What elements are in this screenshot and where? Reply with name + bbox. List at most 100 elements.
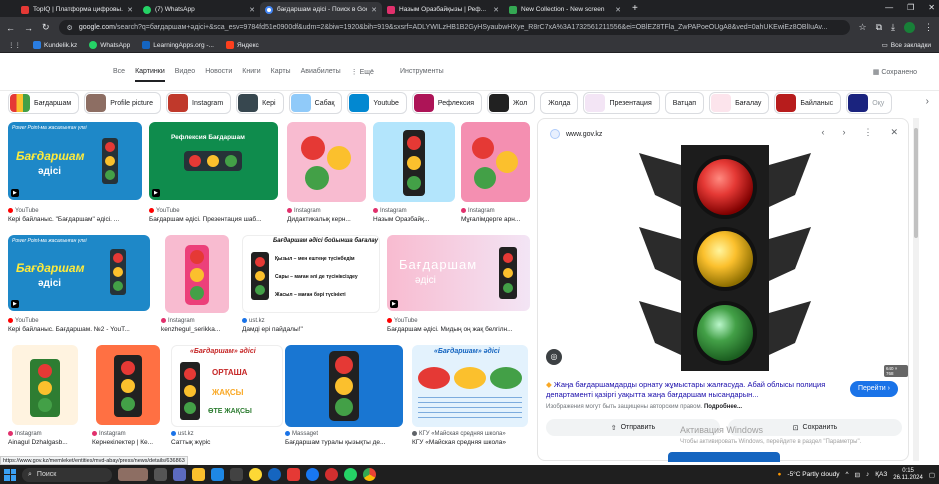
bookmark-whatsapp[interactable]: WhatsApp xyxy=(89,41,130,49)
result-card[interactable]: Instagram Мұғалімдерге арн... xyxy=(461,122,530,227)
scrollbar-thumb[interactable] xyxy=(914,128,918,238)
tab-google-search[interactable]: бағдаршам әдісі - Поиск в Goo... ✕ xyxy=(260,2,382,17)
result-caption[interactable]: Дамді ері пайдалы!" xyxy=(242,326,380,333)
chip-bailanys[interactable]: Байланыс xyxy=(774,92,842,114)
youtube-icon[interactable] xyxy=(287,468,300,481)
close-tab-icon[interactable]: ✕ xyxy=(615,6,621,14)
result-card[interactable]: «Бағдаршам» әдісі КГУ «Майская средняя ш… xyxy=(412,345,530,449)
chevron-right-icon[interactable]: › xyxy=(926,96,929,107)
chip-zholda[interactable]: Жолда xyxy=(540,92,579,114)
chip-bagalau[interactable]: Бағалау xyxy=(709,92,770,114)
previous-icon[interactable]: ‹ xyxy=(821,127,824,138)
result-caption[interactable]: Бағдаршам әдісі. Мидың оң жақ белгілн... xyxy=(387,326,530,333)
windows-start-icon[interactable] xyxy=(4,468,16,481)
chip-bagdarsham[interactable]: Бағдаршам xyxy=(8,92,80,114)
whatsapp-icon[interactable] xyxy=(344,468,357,481)
meet-icon[interactable] xyxy=(173,468,186,481)
page-scrollbar[interactable] xyxy=(913,118,919,461)
volume-icon[interactable]: ♪ xyxy=(866,471,869,478)
lens-icon[interactable]: ◎ xyxy=(546,349,562,365)
chip-keri[interactable]: Кері xyxy=(236,92,284,114)
weather-label[interactable]: -5°C Partly cloudy xyxy=(787,471,839,478)
chip-youtube[interactable]: Youtube xyxy=(347,92,407,114)
taskbar-thumbnail[interactable] xyxy=(118,468,148,481)
result-caption[interactable]: Кері байланыс. Бағдаршам. №2 - YouT... xyxy=(8,326,150,333)
menu-icon[interactable]: ⋮ xyxy=(924,22,933,33)
more-link[interactable]: Подробнее... xyxy=(704,404,742,410)
chip-refleksiya[interactable]: Рефлексия xyxy=(411,92,483,114)
result-caption[interactable]: КГУ «Майская средняя школа» xyxy=(412,439,530,446)
tab-new-collection[interactable]: New Collection - New screen ✕ xyxy=(504,2,626,17)
tab-tools[interactable]: Инструменты xyxy=(400,68,444,82)
file-explorer-icon[interactable] xyxy=(192,468,205,481)
chip-sabak[interactable]: Сабақ xyxy=(288,92,343,114)
result-caption[interactable]: Бағдаршам әдісі. Презентация шаб... xyxy=(149,216,278,223)
panel-title[interactable]: ◆ Жаңа бағдаршамдарды орнату жұмыстары ж… xyxy=(546,380,846,400)
tab-images[interactable]: Картинки xyxy=(135,68,165,82)
result-card[interactable]: Instagram Назым Оразбайқ... xyxy=(373,122,455,227)
forward-icon[interactable]: → xyxy=(24,23,33,33)
steam-icon[interactable] xyxy=(268,468,281,481)
chrome-icon[interactable] xyxy=(363,468,376,481)
new-tab-button[interactable]: + xyxy=(626,2,644,17)
visit-button[interactable]: Перейти › xyxy=(849,381,898,397)
result-card[interactable]: Instagram Дидактикалық керн... xyxy=(287,122,366,227)
result-caption[interactable]: Кері байланыс. "Бағдаршам" әдісі. ... xyxy=(8,216,142,223)
close-tab-icon[interactable]: ✕ xyxy=(127,6,133,14)
result-caption[interactable]: Ainagul Dzhalgasb... xyxy=(8,439,86,446)
result-caption[interactable]: Назым Оразбайқ... xyxy=(373,216,455,223)
chip-profile-picture[interactable]: Profile picture xyxy=(84,92,162,114)
tab-news[interactable]: Новости xyxy=(205,68,232,82)
next-icon[interactable]: › xyxy=(842,127,845,138)
close-panel-icon[interactable]: ✕ xyxy=(890,127,898,138)
preview-image[interactable] xyxy=(635,145,815,371)
bookmark-yandex[interactable]: Яндекс xyxy=(225,41,259,49)
result-caption[interactable]: Бағдаршам туралы қызықты де... xyxy=(285,439,403,446)
taskbar-search[interactable]: ⌕ Поиск xyxy=(22,467,112,482)
network-icon[interactable]: ⊟ xyxy=(855,471,860,479)
yandex-browser-icon[interactable] xyxy=(249,468,262,481)
download-icon[interactable]: ⤓ xyxy=(891,22,895,33)
language-indicator[interactable]: ҚАЗ xyxy=(875,471,887,478)
result-caption[interactable]: Саттық жүріс xyxy=(171,439,283,446)
bookmark-learningapps[interactable]: LearningApps.org -... xyxy=(142,41,214,49)
store-icon[interactable] xyxy=(230,468,243,481)
result-card[interactable]: Бағдаршам әдісі ▶ YouTube Бағдаршам әдіс… xyxy=(387,235,530,337)
close-tab-icon[interactable]: ✕ xyxy=(371,6,377,14)
minimize-icon[interactable]: — xyxy=(885,3,893,12)
facebook-icon[interactable] xyxy=(306,468,319,481)
address-bar[interactable]: ⚙ google.com/search?q=бағдаршам+әдісі+&s… xyxy=(58,20,850,35)
result-card[interactable]: Рефлексия Бағдаршам ▶ YouTube Бағдаршам … xyxy=(149,122,278,227)
saved-link[interactable]: ▦ Сохранено xyxy=(873,68,917,76)
result-card[interactable]: Instagram Кернекілектер | Ке... xyxy=(92,345,164,449)
result-card[interactable]: Power Point-ма жасалынған үлгі Бағдаршам… xyxy=(8,122,142,227)
more-options-icon[interactable]: ⋮ xyxy=(863,127,872,138)
result-caption[interactable]: Дидактикалық керн... xyxy=(287,216,366,223)
tab-more[interactable]: ⋮ Ещё xyxy=(351,68,374,82)
extensions-icon[interactable]: ⧉ xyxy=(876,22,882,33)
profile-avatar[interactable] xyxy=(904,22,915,33)
clock[interactable]: 0:15 26.11.2024 xyxy=(893,468,923,482)
tab-topiq[interactable]: TopIQ | Платформа цифровы... ✕ xyxy=(16,2,138,17)
tab-whatsapp[interactable]: (7) WhatsApp ✕ xyxy=(138,2,260,17)
chip-oku[interactable]: Оқу xyxy=(846,92,893,114)
mail-icon[interactable] xyxy=(211,468,224,481)
tab-books[interactable]: Книги xyxy=(242,68,260,82)
bookmark-star-icon[interactable]: ☆ xyxy=(859,22,867,33)
result-caption[interactable]: Кернекілектер | Ке... xyxy=(92,439,164,446)
result-card[interactable]: Бағдаршам әдісі бойынша бағалау Қызыл – … xyxy=(242,235,380,337)
chip-watsap[interactable]: Ватцап xyxy=(664,92,705,114)
result-caption[interactable]: Мұғалімдерге арн... xyxy=(461,216,530,223)
bookmark-kundelik[interactable]: Kundelik.kz xyxy=(33,41,77,49)
result-card[interactable]: «Бағдаршам» әдісі ОРТАША ЖАҚСЫ ӨТЕ ЖАҚСЫ… xyxy=(171,345,283,449)
panel-source[interactable]: www.gov.kz xyxy=(550,129,602,139)
weather-icon[interactable]: ● xyxy=(777,471,781,478)
chip-zhol[interactable]: Жол xyxy=(487,92,536,114)
all-bookmarks[interactable]: ▭ Все закладки xyxy=(882,41,931,50)
notifications-icon[interactable]: ▢ xyxy=(929,471,935,479)
chip-instagram[interactable]: Instagram xyxy=(166,92,232,114)
result-card[interactable]: Power Point-ма жасалынған үлгі Бағдаршам… xyxy=(8,235,150,337)
tray-chevron-icon[interactable]: ^ xyxy=(846,471,849,478)
apps-icon[interactable]: ⋮⋮ xyxy=(8,41,21,49)
opera-icon[interactable] xyxy=(325,468,338,481)
